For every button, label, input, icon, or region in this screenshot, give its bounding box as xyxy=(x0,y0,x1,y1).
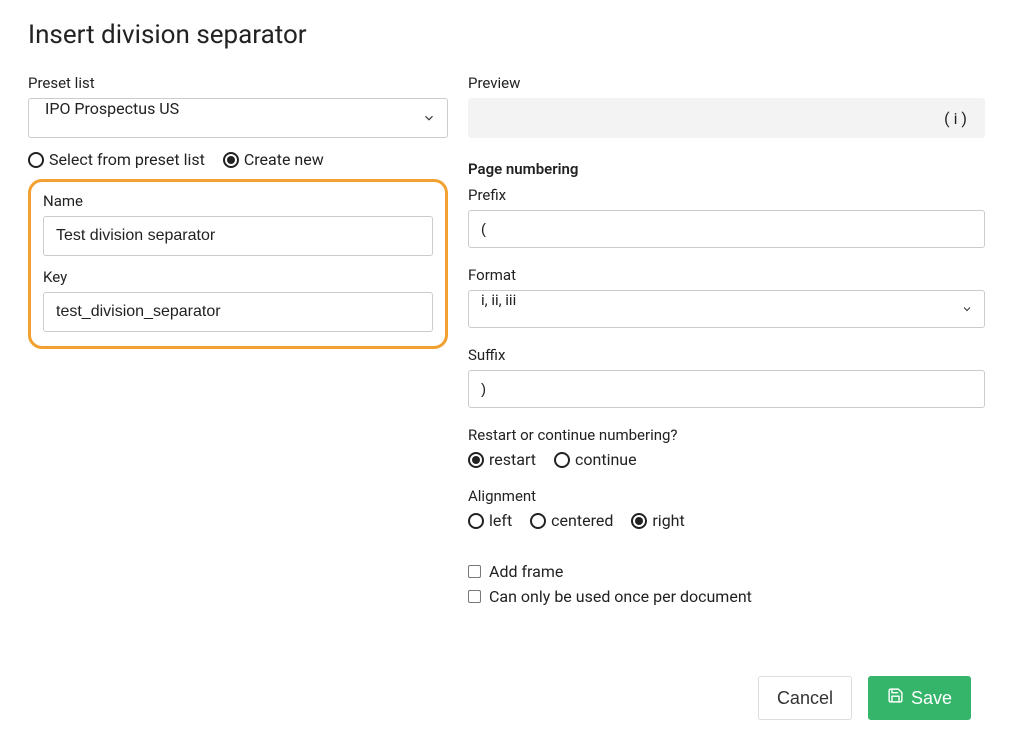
save-button[interactable]: Save xyxy=(868,676,971,720)
radio-restart[interactable]: restart xyxy=(468,450,536,469)
prefix-input[interactable] xyxy=(468,210,985,248)
radio-icon xyxy=(554,452,570,468)
radio-label: Create new xyxy=(244,150,324,169)
format-label: Format xyxy=(468,266,985,284)
radio-align-centered[interactable]: centered xyxy=(530,511,613,530)
suffix-label: Suffix xyxy=(468,346,985,364)
preset-list-select[interactable]: IPO Prospectus US xyxy=(28,98,448,138)
restart-continue-label: Restart or continue numbering? xyxy=(468,426,985,444)
name-input[interactable] xyxy=(43,216,433,256)
radio-label: restart xyxy=(489,450,536,469)
preview-value: ( i ) xyxy=(944,109,967,128)
dialog-title: Insert division separator xyxy=(28,20,985,50)
preview-box: ( i ) xyxy=(468,98,985,138)
radio-label: Select from preset list xyxy=(49,150,205,169)
radio-select-from-preset[interactable]: Select from preset list xyxy=(28,150,205,169)
prefix-label: Prefix xyxy=(468,186,985,204)
radio-label: centered xyxy=(551,511,613,530)
checkbox-use-once[interactable] xyxy=(468,590,481,603)
button-label: Save xyxy=(911,688,952,709)
radio-align-left[interactable]: left xyxy=(468,511,512,530)
button-label: Cancel xyxy=(777,688,833,709)
save-icon xyxy=(887,687,904,709)
checkbox-label: Add frame xyxy=(489,562,563,581)
alignment-label: Alignment xyxy=(468,487,985,505)
radio-icon xyxy=(631,513,647,529)
preset-list-label: Preset list xyxy=(28,74,448,92)
radio-label: left xyxy=(489,511,512,530)
page-numbering-heading: Page numbering xyxy=(468,160,985,178)
radio-icon xyxy=(530,513,546,529)
suffix-input[interactable] xyxy=(468,370,985,408)
radio-icon xyxy=(468,513,484,529)
key-input[interactable] xyxy=(43,292,433,332)
key-label: Key xyxy=(43,268,433,286)
radio-label: continue xyxy=(575,450,637,469)
radio-label: right xyxy=(652,511,684,530)
radio-create-new[interactable]: Create new xyxy=(223,150,324,169)
checkbox-label: Can only be used once per document xyxy=(489,587,752,606)
highlighted-create-new-section: Name Key xyxy=(28,179,448,349)
radio-continue[interactable]: continue xyxy=(554,450,637,469)
radio-icon xyxy=(468,452,484,468)
radio-align-right[interactable]: right xyxy=(631,511,684,530)
cancel-button[interactable]: Cancel xyxy=(758,676,852,720)
radio-icon xyxy=(28,152,44,168)
radio-icon xyxy=(223,152,239,168)
name-label: Name xyxy=(43,192,433,210)
preview-label: Preview xyxy=(468,74,985,92)
checkbox-add-frame[interactable] xyxy=(468,565,481,578)
format-select[interactable]: i, ii, iii xyxy=(468,290,985,328)
